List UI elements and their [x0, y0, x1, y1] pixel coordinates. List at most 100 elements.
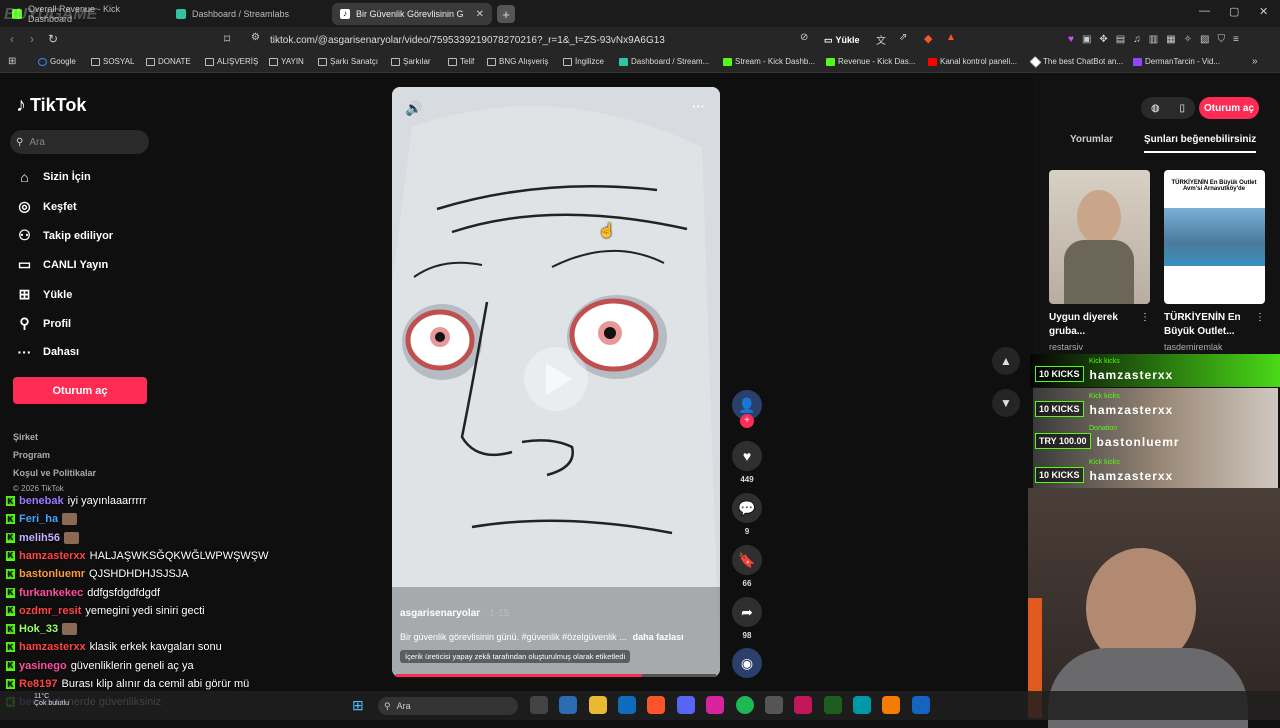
bookmark-folder[interactable]: Şarkılar: [391, 57, 431, 66]
card-more-icon[interactable]: ⋮: [1140, 312, 1150, 323]
next-video-button[interactable]: ▼: [992, 389, 1020, 417]
save-button[interactable]: 🔖 66: [732, 545, 762, 588]
windows-start-icon[interactable]: ⊞: [352, 697, 364, 714]
camera-off-icon[interactable]: ⊘: [800, 32, 808, 43]
footer-terms[interactable]: Koşul ve Politikalar: [13, 468, 96, 478]
maximize-icon[interactable]: ▢: [1229, 5, 1239, 18]
share-icon[interactable]: ⇗: [899, 32, 907, 43]
bookmark-streamlabs[interactable]: Dashboard / Stream...: [619, 57, 709, 66]
upload-button[interactable]: ▭ Yükle: [824, 35, 860, 46]
bookmark-folder[interactable]: İngilizce: [563, 57, 604, 66]
search-input[interactable]: ⚲ Ara: [10, 130, 149, 154]
url-text[interactable]: tiktok.com/@asgarisenaryolar/video/75953…: [270, 35, 665, 46]
comment-button[interactable]: 💬 9: [732, 493, 762, 536]
taskbar-search[interactable]: ⚲ Ara: [378, 697, 518, 715]
bookmark-chatbot[interactable]: The best ChatBot an...: [1029, 55, 1123, 68]
nav-live[interactable]: ▭ CANLI Yayın: [16, 256, 108, 273]
puzzle-icon[interactable]: ✥: [1099, 34, 1107, 45]
task-view-icon[interactable]: [530, 696, 548, 714]
login-button-header[interactable]: Oturum aç: [1199, 97, 1259, 119]
reload-icon[interactable]: ↻: [48, 32, 58, 46]
app-icon[interactable]: [882, 696, 900, 714]
nav-profile[interactable]: ⚲ Profil: [16, 315, 71, 332]
translate-icon[interactable]: 文: [876, 32, 886, 47]
bookmark-folder[interactable]: SOSYAL: [91, 57, 134, 66]
apps-grid-icon[interactable]: ⊞: [8, 56, 16, 67]
extension-icon[interactable]: ♥: [1068, 34, 1074, 45]
footer-program[interactable]: Program: [13, 450, 50, 460]
instagram-icon[interactable]: [706, 696, 724, 714]
weather-widget[interactable]: 11°C Çok bulutlu: [6, 693, 69, 707]
menu-icon[interactable]: ≡: [1233, 34, 1239, 45]
video-author[interactable]: asgarisenaryolar: [400, 608, 480, 619]
more-options-icon[interactable]: ···: [692, 99, 705, 114]
suggested-user[interactable]: tasdemiremlak: [1164, 342, 1223, 352]
share-button[interactable]: ➦ 98: [732, 597, 762, 640]
obs-icon[interactable]: [765, 696, 783, 714]
tab-suggested[interactable]: Şunları beğenebilirsiniz: [1144, 134, 1257, 153]
more-link[interactable]: daha fazlası: [633, 632, 684, 642]
video-player[interactable]: [392, 87, 720, 677]
suggested-title[interactable]: TÜRKİYENİN En Büyük Outlet...: [1164, 311, 1256, 339]
suggested-video-thumbnail[interactable]: [1049, 170, 1150, 304]
browser-tab-streamlabs[interactable]: Dashboard / Streamlabs: [168, 3, 328, 25]
bookmark-kick[interactable]: Stream - Kick Dashb...: [723, 57, 815, 66]
coin-icon[interactable]: ◍: [1151, 103, 1160, 114]
notepad-icon[interactable]: [912, 696, 930, 714]
suggested-title[interactable]: Uygun diyerek gruba...: [1049, 311, 1141, 339]
previous-video-button[interactable]: ▲: [992, 347, 1020, 375]
brave-icon[interactable]: [647, 696, 665, 714]
bookmark-google[interactable]: Google: [38, 57, 76, 66]
volume-icon[interactable]: 🔊: [405, 100, 422, 117]
tab-comments[interactable]: Yorumlar: [1070, 134, 1113, 145]
back-icon[interactable]: ‹: [10, 32, 14, 46]
footer-company[interactable]: Şirket: [13, 432, 38, 442]
x-app-icon[interactable]: [794, 696, 812, 714]
app-icon[interactable]: [824, 696, 842, 714]
extension-icon[interactable]: ▣: [1082, 34, 1091, 45]
site-info-icon[interactable]: ⚙: [251, 32, 260, 43]
nav-more[interactable]: ··· Dahası: [16, 344, 80, 360]
bookmark-icon[interactable]: ⌑: [224, 32, 230, 46]
nav-following[interactable]: ⚇ Takip ediliyor: [16, 227, 113, 244]
bookmark-folder[interactable]: Telif: [448, 57, 474, 66]
like-button[interactable]: ♥ 449: [732, 441, 762, 484]
close-tab-icon[interactable]: ✕: [476, 9, 484, 20]
bookmark-folder[interactable]: DONATE: [146, 57, 191, 66]
bookmark-folder[interactable]: ALIŞVERİŞ: [205, 57, 258, 66]
bookmark-folder[interactable]: Şarkı Sanatçı: [318, 57, 378, 66]
suggested-video-thumbnail[interactable]: TÜRKİYENİN En Büyük Outlet Avm'si Arnavu…: [1164, 170, 1265, 304]
bookmark-twitch[interactable]: DermanTarcin - Vid...: [1133, 57, 1220, 66]
suggested-user[interactable]: restarsiv: [1049, 342, 1083, 352]
browser-tab-tiktok[interactable]: ♪ Bir Güvenlik Görevlisinin Gün... ✕: [332, 3, 492, 25]
nav-upload[interactable]: ⊞ Yükle: [16, 286, 73, 303]
phone-icon[interactable]: ▯: [1180, 103, 1186, 114]
login-button[interactable]: Oturum aç: [13, 377, 147, 404]
music-disc[interactable]: ◉: [732, 648, 762, 678]
brave-shield-icon[interactable]: ◆: [924, 32, 932, 45]
vpn-icon[interactable]: ▧: [1200, 34, 1209, 45]
wallet-icon[interactable]: ▦: [1166, 34, 1175, 45]
follow-plus-icon[interactable]: +: [740, 414, 754, 428]
bookmark-kick[interactable]: Revenue - Kick Das...: [826, 57, 915, 66]
bookmark-folder[interactable]: BNG Alışveriş: [487, 57, 548, 66]
store-icon[interactable]: [559, 696, 577, 714]
extension-icon[interactable]: ▤: [1116, 34, 1125, 45]
nav-explore[interactable]: ◎ Keşfet: [16, 198, 76, 215]
sidebar-icon[interactable]: ▥: [1149, 34, 1158, 45]
new-tab-button[interactable]: +: [497, 5, 515, 23]
bookmark-youtube[interactable]: Kanal kontrol paneli...: [928, 57, 1017, 66]
explorer-icon[interactable]: [589, 696, 607, 714]
minimize-icon[interactable]: —: [1199, 5, 1210, 17]
ai-icon[interactable]: ✧: [1184, 34, 1192, 45]
nav-for-you[interactable]: ⌂ Sizin İçin: [16, 169, 90, 185]
mail-icon[interactable]: [618, 696, 636, 714]
forward-icon[interactable]: ›: [30, 32, 34, 46]
close-window-icon[interactable]: ✕: [1259, 5, 1268, 18]
more-bookmarks-icon[interactable]: »: [1252, 56, 1258, 67]
media-icon[interactable]: ♫: [1133, 34, 1141, 45]
card-more-icon[interactable]: ⋮: [1255, 312, 1265, 323]
brave-rewards-icon[interactable]: ▲: [946, 32, 956, 43]
app-icon[interactable]: [853, 696, 871, 714]
author-avatar[interactable]: 👤 +: [732, 390, 762, 428]
